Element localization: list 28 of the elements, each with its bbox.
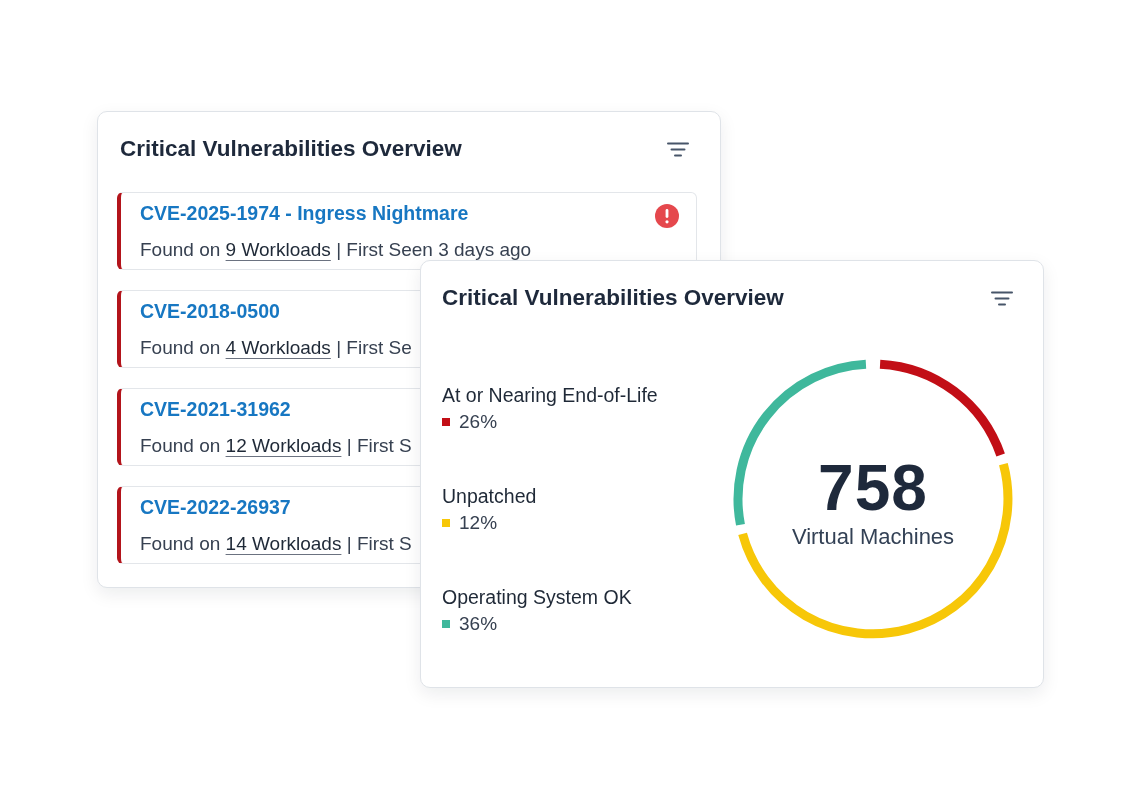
total-count: 758 [818, 456, 928, 520]
legend-percentage: 12% [459, 511, 498, 535]
filter-icon[interactable] [991, 290, 1013, 306]
workloads-link[interactable]: 9 Workloads [225, 239, 331, 260]
legend-label: Operating System OK [442, 585, 632, 609]
legend-label: At or Nearing End-of-Life [442, 383, 658, 407]
card-title: Critical Vulnerabilities Overview [442, 284, 784, 312]
workloads-link[interactable]: 14 Workloads [225, 533, 342, 554]
workloads-link[interactable]: 12 Workloads [225, 435, 342, 456]
cve-link[interactable]: CVE-2018-0500 [140, 299, 280, 323]
vulnerability-row[interactable]: CVE-2018-0500 Found on 4 Workloads | First Se [117, 290, 420, 368]
detection-text: Found on 9 Workloads | First Seen 3 days ago [140, 240, 532, 260]
cve-link[interactable]: CVE-2022-26937 [140, 495, 291, 519]
cve-link[interactable]: CVE-2021-31962 [140, 397, 291, 421]
workloads-link[interactable]: 4 Workloads [225, 337, 331, 358]
legend-label: Unpatched [442, 484, 537, 508]
legend-percentage: 26% [459, 410, 498, 434]
vulnerability-row[interactable]: CVE-2022-26937 Found on 14 Workloads | First S [117, 486, 420, 564]
total-label: Virtual Machines [791, 524, 955, 550]
detection-text: Found on 14 Workloads | First S [140, 534, 412, 554]
detection-text: Found on 4 Workloads | First Se [140, 338, 412, 358]
card-title: Critical Vulnerabilities Overview [120, 135, 462, 163]
legend-percentage: 36% [459, 612, 498, 636]
vulnerability-row[interactable]: CVE-2021-31962 Found on 12 Workloads | First S [117, 388, 420, 466]
vulnerability-row[interactable]: CVE-2025-1974 - Ingress Nightmare Found on 9 Workloads | First Seen 3 days ago [117, 192, 697, 270]
detection-text: Found on 12 Workloads | First S [140, 436, 412, 456]
filter-icon[interactable] [667, 141, 689, 157]
cve-link[interactable]: CVE-2025-1974 - Ingress Nightmare [140, 201, 469, 225]
